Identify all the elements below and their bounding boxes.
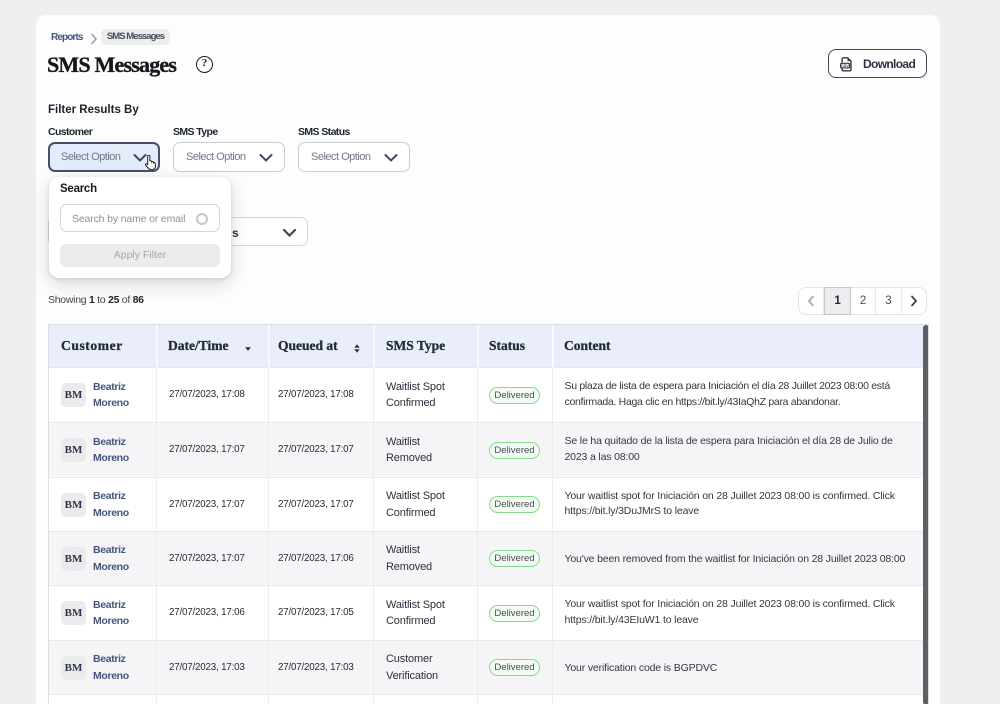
svg-text:CSV: CSV [841,64,849,68]
